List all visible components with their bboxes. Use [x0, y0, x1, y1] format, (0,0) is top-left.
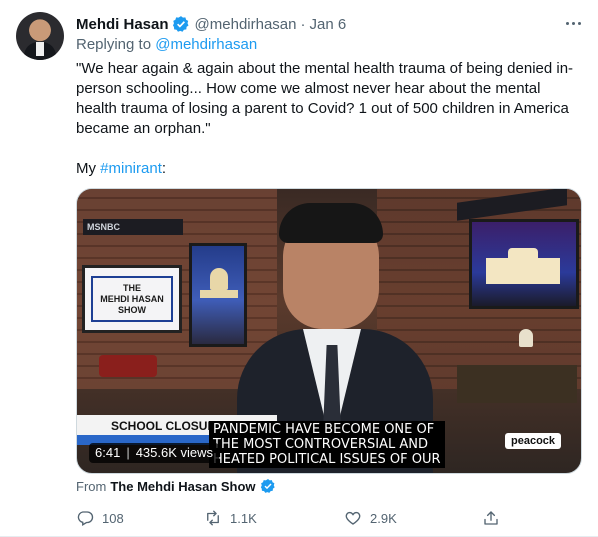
badge-separator: |: [126, 445, 130, 460]
capitol-dome: [210, 268, 228, 290]
reply-button[interactable]: 108: [76, 506, 124, 530]
show-card-line: MEHDI HASAN: [100, 293, 164, 304]
studio-sofa: [99, 355, 157, 377]
my-prefix: My: [76, 160, 96, 177]
studio-sign: MSNBC: [83, 219, 183, 235]
more-dot: [571, 21, 575, 25]
more-icon[interactable]: [562, 12, 584, 34]
like-count: 2.9K: [370, 510, 397, 526]
more-dot: [565, 21, 569, 25]
tweet-text: "We hear again & again about the mental …: [76, 60, 574, 137]
like-icon: [345, 511, 361, 525]
show-title-card: THE MEHDI HASAN SHOW: [82, 265, 182, 333]
share-button[interactable]: [482, 506, 500, 530]
avatar-shirt: [36, 42, 44, 56]
tweet-header: Mehdi Hasan @mehdirhasan · Jan 6: [76, 14, 346, 34]
video-source: From The Mehdi Hasan Show: [76, 478, 281, 494]
retweet-icon: [207, 510, 219, 526]
caption-line: THE MOST CONTROVERSIAL AND: [213, 437, 441, 452]
more-dot: [577, 21, 581, 25]
author-handle[interactable]: @mehdirhasan: [195, 16, 297, 33]
show-card-line: THE: [123, 282, 141, 293]
separator-dot: ·: [300, 15, 306, 33]
capitol-screen: [189, 243, 247, 347]
reply-icon: [77, 511, 94, 526]
caption-line: PANDEMIC HAVE BECOME ONE OF: [213, 422, 441, 437]
capitol-base: [200, 290, 238, 298]
show-card-line: SHOW: [118, 304, 146, 315]
peacock-watermark: peacock: [505, 433, 562, 449]
video-views: 435.6K views: [135, 445, 214, 460]
tweet[interactable]: Mehdi Hasan @mehdirhasan · Jan 6 Replyin…: [0, 0, 598, 537]
video-duration: 6:41: [95, 445, 121, 460]
studio-desk: [457, 365, 577, 403]
my-suffix: :: [161, 160, 167, 177]
replying-prefix: Replying to: [76, 36, 152, 53]
white-house-building: [486, 258, 560, 284]
source-name-link[interactable]: The Mehdi Hasan Show: [110, 479, 255, 494]
author-name[interactable]: Mehdi Hasan: [76, 16, 169, 33]
tweet-text-second: My #minirant:: [76, 159, 166, 179]
studio-lamp: [519, 329, 533, 347]
video-player[interactable]: MSNBC THE MEHDI HASAN SHOW SCHOOL CLOSUR…: [76, 188, 582, 474]
hashtag-link[interactable]: #minirant: [100, 160, 162, 177]
source-prefix: From: [76, 478, 107, 494]
closed-caption: PANDEMIC HAVE BECOME ONE OF THE MOST CON…: [209, 421, 445, 468]
host-hair: [279, 203, 383, 243]
retweet-count: 1.1K: [230, 510, 257, 526]
like-button[interactable]: 2.9K: [344, 506, 397, 530]
tweet-date[interactable]: Jan 6: [309, 16, 346, 33]
show-title-card-inner: THE MEHDI HASAN SHOW: [91, 276, 173, 322]
verified-badge-icon: [260, 479, 275, 493]
retweet-button[interactable]: 1.1K: [204, 506, 257, 530]
replying-to-link[interactable]: @mehdirhasan: [155, 36, 257, 53]
white-house-screen: [469, 219, 579, 309]
avatar[interactable]: [16, 12, 64, 60]
action-bar: 108 1.1K 2.9K: [76, 506, 510, 530]
share-icon: [484, 511, 498, 525]
video-time-badge: 6:41 | 435.6K views: [89, 443, 220, 463]
replying-to: Replying to @mehdirhasan: [76, 36, 257, 53]
caption-line: HEATED POLITICAL ISSUES OF OUR: [213, 452, 441, 467]
reply-count: 108: [102, 510, 124, 526]
verified-badge-icon: [172, 16, 189, 32]
